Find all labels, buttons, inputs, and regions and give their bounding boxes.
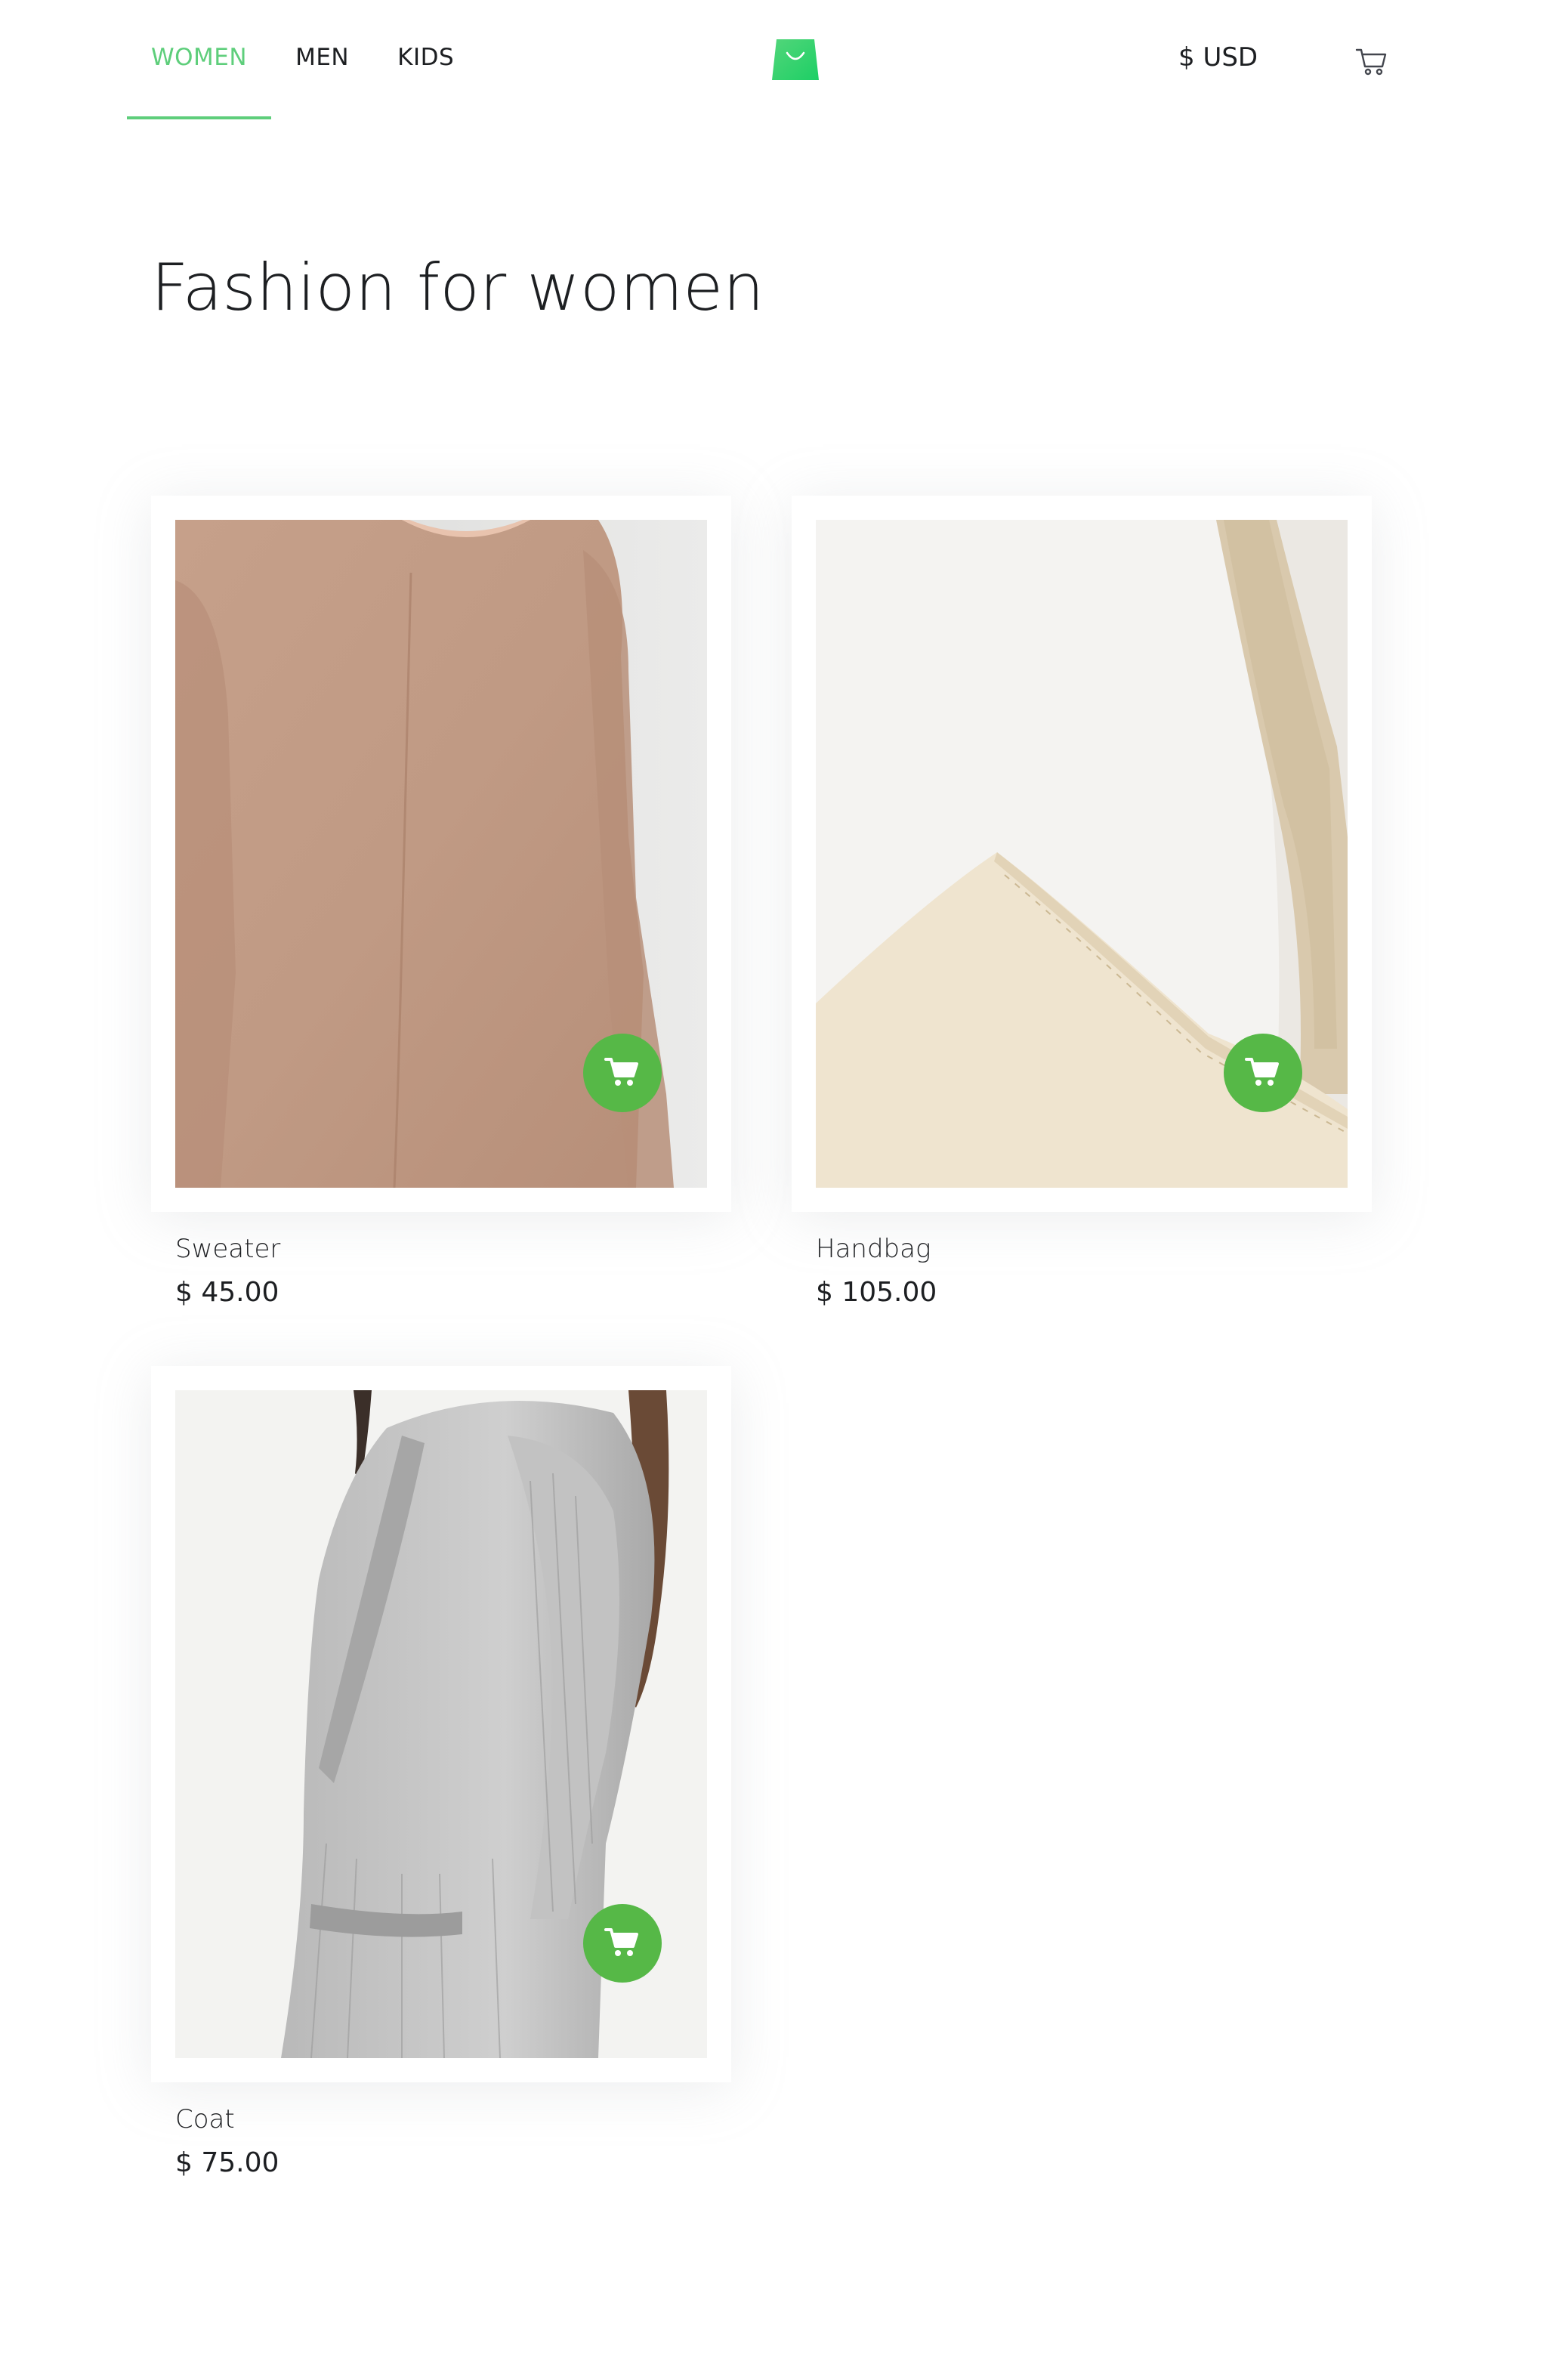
nav-item-label: KIDS — [397, 44, 455, 71]
add-to-cart-icon — [1242, 1050, 1284, 1096]
product-price: $ 105.00 — [816, 1277, 937, 1308]
product-name[interactable]: Coat — [175, 2103, 235, 2136]
product-name[interactable]: Handbag — [816, 1232, 931, 1266]
currency-switcher[interactable]: $ USD — [1178, 41, 1258, 74]
product-price: $ 75.00 — [175, 2147, 279, 2178]
category-nav: WOMEN MEN KIDS — [127, 0, 478, 119]
add-to-cart-icon — [601, 1050, 644, 1096]
nav-item-kids[interactable]: KIDS — [373, 0, 478, 119]
add-to-cart-button[interactable] — [1224, 1034, 1302, 1112]
nav-item-men[interactable]: MEN — [271, 0, 373, 119]
product-card-coat[interactable] — [151, 1366, 731, 2082]
nav-item-label: WOMEN — [151, 44, 248, 71]
shopping-bag-icon[interactable] — [772, 38, 819, 82]
product-card-sweater[interactable] — [151, 496, 731, 1212]
add-to-cart-button[interactable] — [583, 1034, 662, 1112]
product-name[interactable]: Sweater — [175, 1232, 280, 1266]
nav-item-label: MEN — [295, 44, 350, 71]
product-card-handbag[interactable] — [792, 496, 1372, 1212]
add-to-cart-icon — [601, 1921, 644, 1966]
product-price: $ 45.00 — [175, 1277, 279, 1308]
nav-item-women[interactable]: WOMEN — [127, 0, 272, 119]
add-to-cart-button[interactable] — [583, 1904, 662, 1983]
page-title: Fashion for women — [151, 250, 764, 326]
site-header: WOMEN MEN KIDS $ USD — [0, 0, 1547, 121]
cart-icon[interactable] — [1354, 42, 1390, 79]
